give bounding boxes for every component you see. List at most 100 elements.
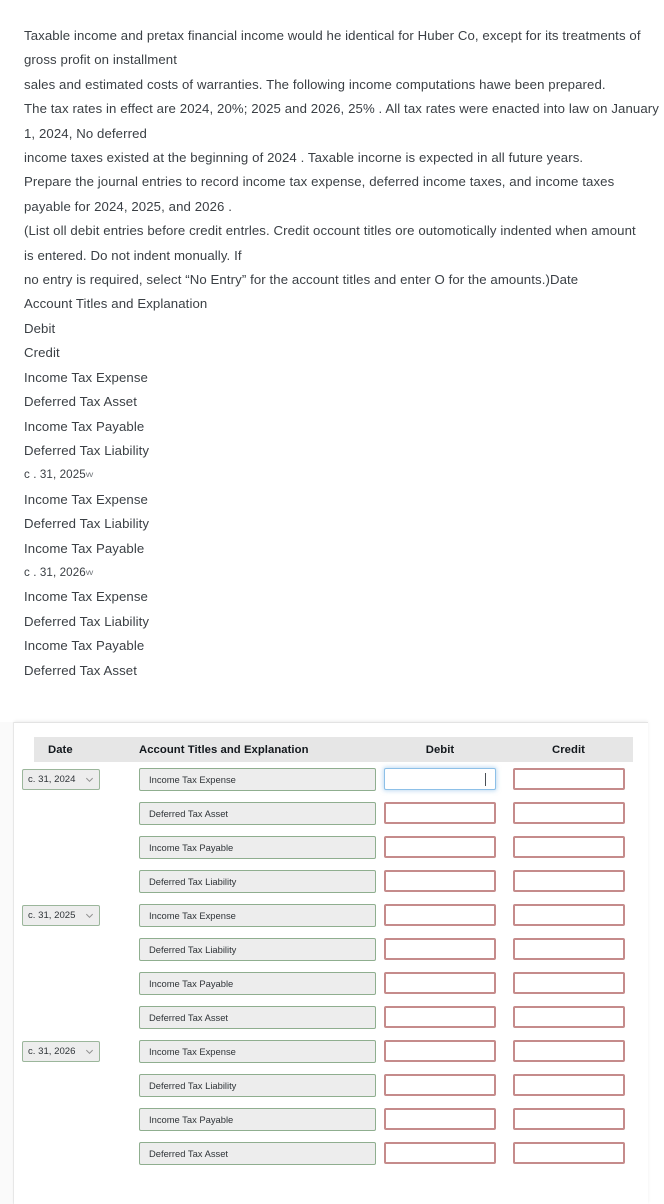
debit-input[interactable]: [384, 1006, 496, 1028]
account-title-field[interactable]: Income Tax Expense: [139, 903, 376, 927]
date-cell: c. 31, 2025: [22, 904, 118, 926]
credit-input[interactable]: [512, 768, 625, 790]
account-cell: Deferred Tax Liability: [118, 937, 376, 961]
account-cell: Income Tax Payable: [118, 835, 376, 859]
question-line-text: Income Tax Payable: [24, 418, 145, 434]
question-line: Income Tax Expense: [24, 366, 656, 390]
debit-input[interactable]: [384, 768, 496, 790]
question-line: Income Tax Expense: [24, 585, 656, 609]
question-line-text: Deferred Tax Liability: [24, 516, 150, 532]
credit-input[interactable]: [512, 870, 625, 892]
question-line: Income Tax Payable: [24, 537, 656, 561]
debit-cell: [376, 904, 504, 926]
account-title-field[interactable]: Deferred Tax Liability: [139, 1073, 376, 1097]
credit-input[interactable]: [512, 938, 625, 960]
question-line-suffix: vv: [85, 567, 94, 577]
account-cell: Deferred Tax Liability: [118, 1073, 376, 1097]
question-line-text: Deferred Tax Asset: [24, 394, 137, 410]
debit-input[interactable]: [384, 1074, 496, 1096]
account-title-field[interactable]: Deferred Tax Liability: [139, 869, 376, 893]
account-cell: Income Tax Expense: [118, 767, 376, 791]
debit-cell: [376, 836, 504, 858]
question-line: Taxable income and pretax financial inco…: [24, 24, 656, 48]
question-line-text: payable for 2024, 2025, and 2026 .: [24, 198, 232, 214]
date-select[interactable]: c. 31, 2024: [22, 768, 100, 790]
date-select[interactable]: c. 31, 2025: [22, 904, 100, 926]
question-line: The tax rates in effect are 2024, 20%; 2…: [24, 97, 659, 121]
debit-input[interactable]: [384, 904, 496, 926]
question-line-text: Deferred Tax Asset: [24, 662, 137, 678]
question-line: Debit: [24, 317, 656, 341]
debit-input[interactable]: [384, 836, 496, 858]
account-title-field[interactable]: Deferred Tax Asset: [139, 1005, 376, 1029]
question-line-text: sales and estimated costs of warranties.…: [24, 76, 606, 92]
table-row: Income Tax Payable: [34, 966, 633, 1000]
question-line: Deferred Tax Asset: [24, 659, 656, 683]
question-line: income taxes existed at the beginning of…: [24, 146, 656, 170]
text-caret: [485, 773, 486, 786]
credit-input[interactable]: [512, 972, 625, 994]
debit-cell: [376, 802, 504, 824]
debit-cell: [376, 972, 504, 994]
question-line: (List oll debit entries before credit en…: [24, 219, 656, 243]
debit-input[interactable]: [384, 938, 496, 960]
date-cell: c. 31, 2024: [22, 768, 118, 790]
question-line-text: no entry is required, select “No Entry” …: [24, 272, 579, 288]
credit-cell: [504, 1074, 633, 1096]
credit-input[interactable]: [512, 802, 625, 824]
credit-cell: [504, 904, 633, 926]
credit-input[interactable]: [512, 1006, 625, 1028]
account-title-field[interactable]: Income Tax Payable: [139, 1107, 376, 1131]
table-row: Deferred Tax Liability: [34, 864, 633, 898]
account-title-field[interactable]: Deferred Tax Liability: [139, 937, 376, 961]
credit-input[interactable]: [512, 836, 625, 858]
debit-input[interactable]: [384, 1108, 496, 1130]
account-title-field[interactable]: Deferred Tax Asset: [139, 1141, 376, 1165]
date-select-label: c. 31, 2024: [28, 773, 76, 785]
table-row: Deferred Tax Liability: [34, 932, 633, 966]
question-line-text: gross profit on installment: [24, 52, 177, 68]
account-title-field[interactable]: Income Tax Payable: [139, 835, 376, 859]
credit-cell: [504, 1142, 633, 1164]
account-title-field[interactable]: Income Tax Expense: [139, 767, 376, 791]
debit-cell: [376, 1142, 504, 1164]
credit-input[interactable]: [512, 1142, 625, 1164]
chevron-down-icon: [85, 1047, 94, 1056]
table-row: Income Tax Payable: [34, 830, 633, 864]
credit-input[interactable]: [512, 1040, 625, 1062]
question-line-text: The tax rates in effect are 2024, 20%; 2…: [24, 101, 659, 117]
credit-input[interactable]: [512, 904, 625, 926]
debit-input[interactable]: [384, 972, 496, 994]
debit-input[interactable]: [384, 870, 496, 892]
debit-cell: [376, 1074, 504, 1096]
question-line-suffix: vv: [85, 470, 94, 480]
account-title-field[interactable]: Income Tax Expense: [139, 1039, 376, 1063]
question-line-text: Prepare the journal entries to record in…: [24, 174, 615, 190]
question-line: Income Tax Payable: [24, 634, 656, 658]
debit-input[interactable]: [384, 802, 496, 824]
question-line-text: Deferred Tax Liability: [24, 613, 150, 629]
question-line: Income Tax Payable: [24, 415, 656, 439]
debit-cell: [376, 938, 504, 960]
credit-input[interactable]: [512, 1074, 625, 1096]
table-row: Income Tax Payable: [34, 1102, 633, 1136]
account-cell: Income Tax Payable: [118, 971, 376, 995]
account-title-field[interactable]: Income Tax Payable: [139, 971, 376, 995]
column-header-account: Account Titles and Explanation: [139, 743, 309, 756]
debit-input[interactable]: [384, 1040, 496, 1062]
account-title-field[interactable]: Deferred Tax Asset: [139, 801, 376, 825]
left-gutter-rail: [0, 722, 14, 1204]
question-line-text: Credit: [24, 345, 60, 361]
question-line-text: 1, 2024, No deferred: [24, 125, 147, 141]
question-line: Income Tax Expense: [24, 488, 656, 512]
question-line: Deferred Tax Asset: [24, 390, 656, 414]
column-header-date: Date: [48, 743, 73, 756]
credit-input[interactable]: [512, 1108, 625, 1130]
journal-entry-table: Date Account Titles and Explanation Debi…: [22, 737, 633, 1170]
question-line-text: is entered. Do not indent monually. If: [24, 247, 242, 263]
debit-input[interactable]: [384, 1142, 496, 1164]
question-line-text: Income Tax Payable: [24, 540, 145, 556]
date-select[interactable]: c. 31, 2026: [22, 1040, 100, 1062]
column-header-credit: Credit: [552, 743, 585, 756]
question-line-text: Taxable income and pretax financial inco…: [24, 28, 641, 43]
